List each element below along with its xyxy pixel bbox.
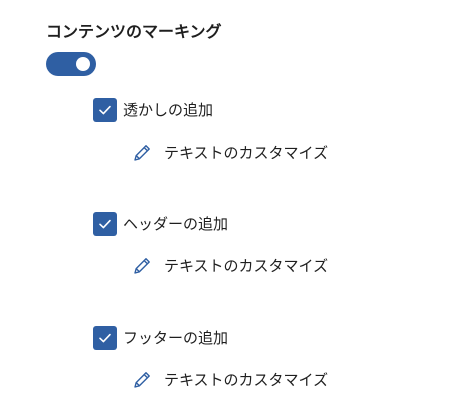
add-watermark-label: 透かしの追加 <box>123 101 214 119</box>
add-watermark-checkbox[interactable] <box>93 98 117 122</box>
checkmark-icon <box>99 105 111 115</box>
checkmark-icon <box>99 219 111 229</box>
customize-header-text-link[interactable]: テキストのカスタマイズ <box>131 254 328 278</box>
pencil-icon <box>131 369 153 391</box>
customize-footer-text-label: テキストのカスタマイズ <box>164 371 329 389</box>
add-watermark-option[interactable]: 透かしの追加 <box>93 98 213 122</box>
customize-watermark-text-link[interactable]: テキストのカスタマイズ <box>131 141 328 165</box>
pencil-icon <box>131 255 153 277</box>
add-header-option[interactable]: ヘッダーの追加 <box>93 212 228 236</box>
add-footer-checkbox[interactable] <box>93 326 117 350</box>
add-header-label: ヘッダーの追加 <box>123 215 229 233</box>
checkmark-icon <box>99 333 111 343</box>
add-footer-option[interactable]: フッターの追加 <box>93 326 228 350</box>
add-header-checkbox[interactable] <box>93 212 117 236</box>
toggle-knob <box>76 57 90 71</box>
pencil-icon <box>131 142 153 164</box>
customize-footer-text-link[interactable]: テキストのカスタマイズ <box>131 368 328 392</box>
content-marking-toggle[interactable] <box>46 52 96 76</box>
content-marking-title: コンテンツのマーキング <box>46 22 222 41</box>
add-footer-label: フッターの追加 <box>123 329 229 347</box>
customize-header-text-label: テキストのカスタマイズ <box>164 257 329 275</box>
customize-watermark-text-label: テキストのカスタマイズ <box>164 144 329 162</box>
